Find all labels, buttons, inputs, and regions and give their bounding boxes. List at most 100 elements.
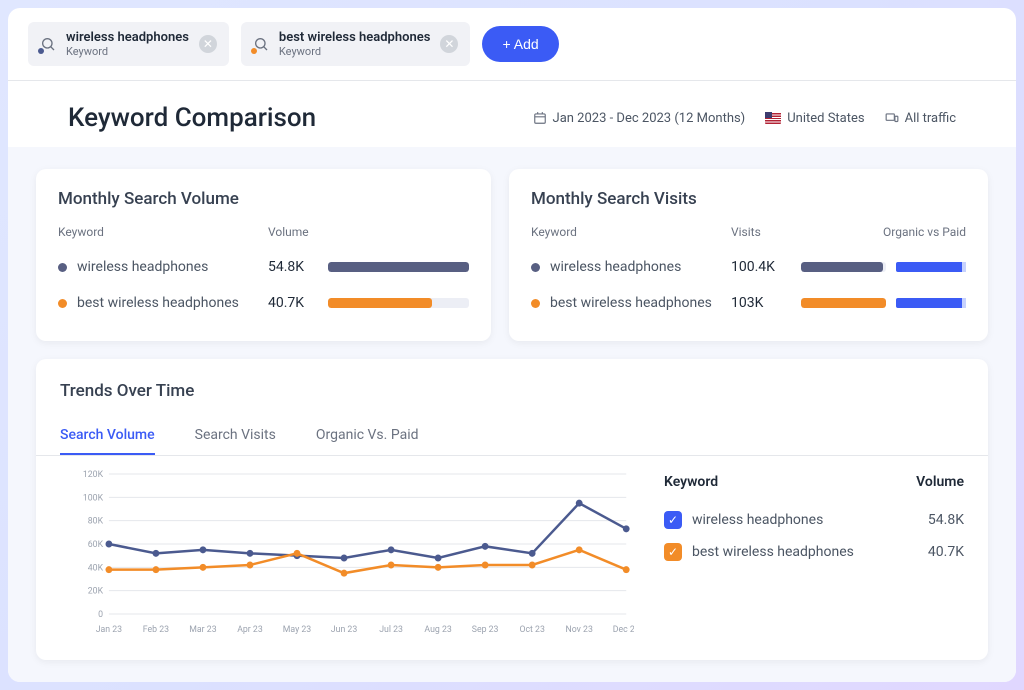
series-dot (251, 48, 257, 54)
keyword-name: best wireless headphones (58, 295, 268, 311)
svg-text:May 23: May 23 (283, 625, 311, 635)
topbar: wireless headphones Keyword ✕ best wirel… (8, 8, 1016, 81)
svg-text:40K: 40K (88, 563, 104, 573)
keyword-name: wireless headphones (531, 259, 731, 275)
visits-value: 100.4K (731, 259, 801, 275)
keyword-name: wireless headphones (58, 259, 268, 275)
bar-track (801, 298, 886, 308)
series-dot (38, 48, 44, 54)
chart-area: 0 20K 40K 60K 80K 100K 120K Jan 23 Feb 23 Mar 23 A… (60, 468, 964, 638)
table-header: Keyword Visits Organic vs Paid (531, 225, 966, 249)
panel-title: Monthly Search Visits (531, 189, 966, 209)
svg-text:100K: 100K (83, 493, 104, 503)
col-keyword: Keyword (58, 225, 268, 239)
tab-organic-vs-paid[interactable]: Organic Vs. Paid (316, 417, 419, 455)
bar-track (328, 298, 469, 308)
legend-row: ✓ wireless headphones 54.8K (664, 504, 964, 536)
add-keyword-button[interactable]: + Add (482, 26, 558, 62)
col-keyword: Keyword (531, 225, 731, 239)
series-dot (531, 299, 540, 308)
svg-text:60K: 60K (88, 540, 104, 550)
svg-text:120K: 120K (83, 470, 104, 480)
calendar-icon (533, 111, 547, 125)
panels-row: Monthly Search Volume Keyword Volume wir… (36, 169, 988, 341)
col-volume: Volume (268, 225, 328, 239)
traffic-label: All traffic (905, 111, 956, 126)
svg-text:Apr 23: Apr 23 (237, 625, 263, 635)
keyword-name: best wireless headphones (531, 295, 731, 311)
table-header: Keyword Volume (58, 225, 469, 249)
series-dot (58, 263, 67, 272)
traffic-filter[interactable]: All traffic (885, 111, 956, 126)
legend-value: 54.8K (928, 512, 964, 528)
tab-search-volume[interactable]: Search Volume (60, 417, 155, 455)
panel-trends: Trends Over Time Search Volume Search Vi… (36, 359, 988, 660)
volume-value: 54.8K (268, 259, 328, 275)
remove-chip-button[interactable]: ✕ (440, 35, 458, 53)
chip-subtitle: Keyword (279, 45, 431, 58)
keyword-chip-1[interactable]: wireless headphones Keyword ✕ (28, 22, 229, 66)
svg-text:Aug 23: Aug 23 (424, 625, 451, 635)
legend-checkbox[interactable]: ✓ (664, 543, 682, 561)
volume-value: 40.7K (268, 295, 328, 311)
legend-col-keyword: Keyword (664, 474, 718, 490)
col-organic-vs-paid: Organic vs Paid (883, 225, 966, 239)
legend-checkbox[interactable]: ✓ (664, 511, 682, 529)
legend-header: Keyword Volume (664, 474, 964, 490)
tab-search-visits[interactable]: Search Visits (195, 417, 276, 455)
bar-fill (801, 298, 886, 308)
search-icon (253, 36, 269, 52)
date-range-filter[interactable]: Jan 2023 - Dec 2023 (12 Months) (533, 111, 746, 126)
svg-text:Mar 23: Mar 23 (189, 625, 216, 635)
svg-text:Jul 23: Jul 23 (379, 625, 403, 635)
page-header: Keyword Comparison Jan 2023 - Dec 2023 (… (8, 81, 1016, 147)
bar-fill (801, 262, 883, 272)
table-row: wireless headphones 100.4K (531, 249, 966, 285)
devices-icon (885, 111, 899, 125)
chip-text: best wireless headphones Keyword (279, 30, 431, 58)
chip-title: wireless headphones (66, 30, 189, 45)
legend-value: 40.7K (928, 544, 964, 560)
keyword-chip-2[interactable]: best wireless headphones Keyword ✕ (241, 22, 471, 66)
legend-name: best wireless headphones (692, 544, 854, 560)
svg-text:80K: 80K (88, 517, 104, 527)
table-row: best wireless headphones 40.7K (58, 285, 469, 321)
svg-text:0: 0 (98, 610, 103, 620)
content-area: Monthly Search Volume Keyword Volume wir… (8, 147, 1016, 682)
svg-text:20K: 20K (88, 587, 104, 597)
legend-name: wireless headphones (692, 512, 823, 528)
chip-text: wireless headphones Keyword (66, 30, 189, 58)
svg-text:Nov 23: Nov 23 (566, 625, 593, 635)
search-icon (40, 36, 56, 52)
chart-legend: Keyword Volume ✓ wireless headphones 54.… (664, 468, 964, 638)
tabs-row: Search Volume Search Visits Organic Vs. … (36, 417, 988, 456)
panel-title: Monthly Search Volume (58, 189, 469, 209)
svg-text:Sep 23: Sep 23 (472, 625, 499, 635)
table-row: wireless headphones 54.8K (58, 249, 469, 285)
panel-title: Trends Over Time (60, 381, 964, 401)
svg-text:Oct 23: Oct 23 (519, 625, 544, 635)
svg-text:Feb 23: Feb 23 (143, 625, 169, 635)
organic-paid-bar (896, 298, 966, 308)
svg-text:Jan 23: Jan 23 (96, 625, 122, 635)
region-filter[interactable]: United States (765, 111, 864, 126)
svg-text:Jun 23: Jun 23 (331, 625, 357, 635)
chip-subtitle: Keyword (66, 45, 189, 58)
series-dot (58, 299, 67, 308)
visits-value: 103K (731, 295, 801, 311)
panel-search-visits: Monthly Search Visits Keyword Visits Org… (509, 169, 988, 341)
legend-row: ✓ best wireless headphones 40.7K (664, 536, 964, 568)
chip-title: best wireless headphones (279, 30, 431, 45)
bar-track (328, 262, 469, 272)
line-chart: 0 20K 40K 60K 80K 100K 120K Jan 23 Feb 23 Mar 23 A… (60, 468, 634, 638)
page-title: Keyword Comparison (68, 103, 316, 133)
bar-fill (328, 298, 432, 308)
header-filters: Jan 2023 - Dec 2023 (12 Months) United S… (533, 111, 956, 126)
us-flag-icon (765, 112, 781, 124)
svg-text:Dec 23: Dec 23 (613, 625, 634, 635)
col-visits: Visits (731, 225, 801, 239)
remove-chip-button[interactable]: ✕ (199, 35, 217, 53)
app-window: wireless headphones Keyword ✕ best wirel… (8, 8, 1016, 682)
date-range-label: Jan 2023 - Dec 2023 (12 Months) (553, 111, 746, 126)
panel-search-volume: Monthly Search Volume Keyword Volume wir… (36, 169, 491, 341)
